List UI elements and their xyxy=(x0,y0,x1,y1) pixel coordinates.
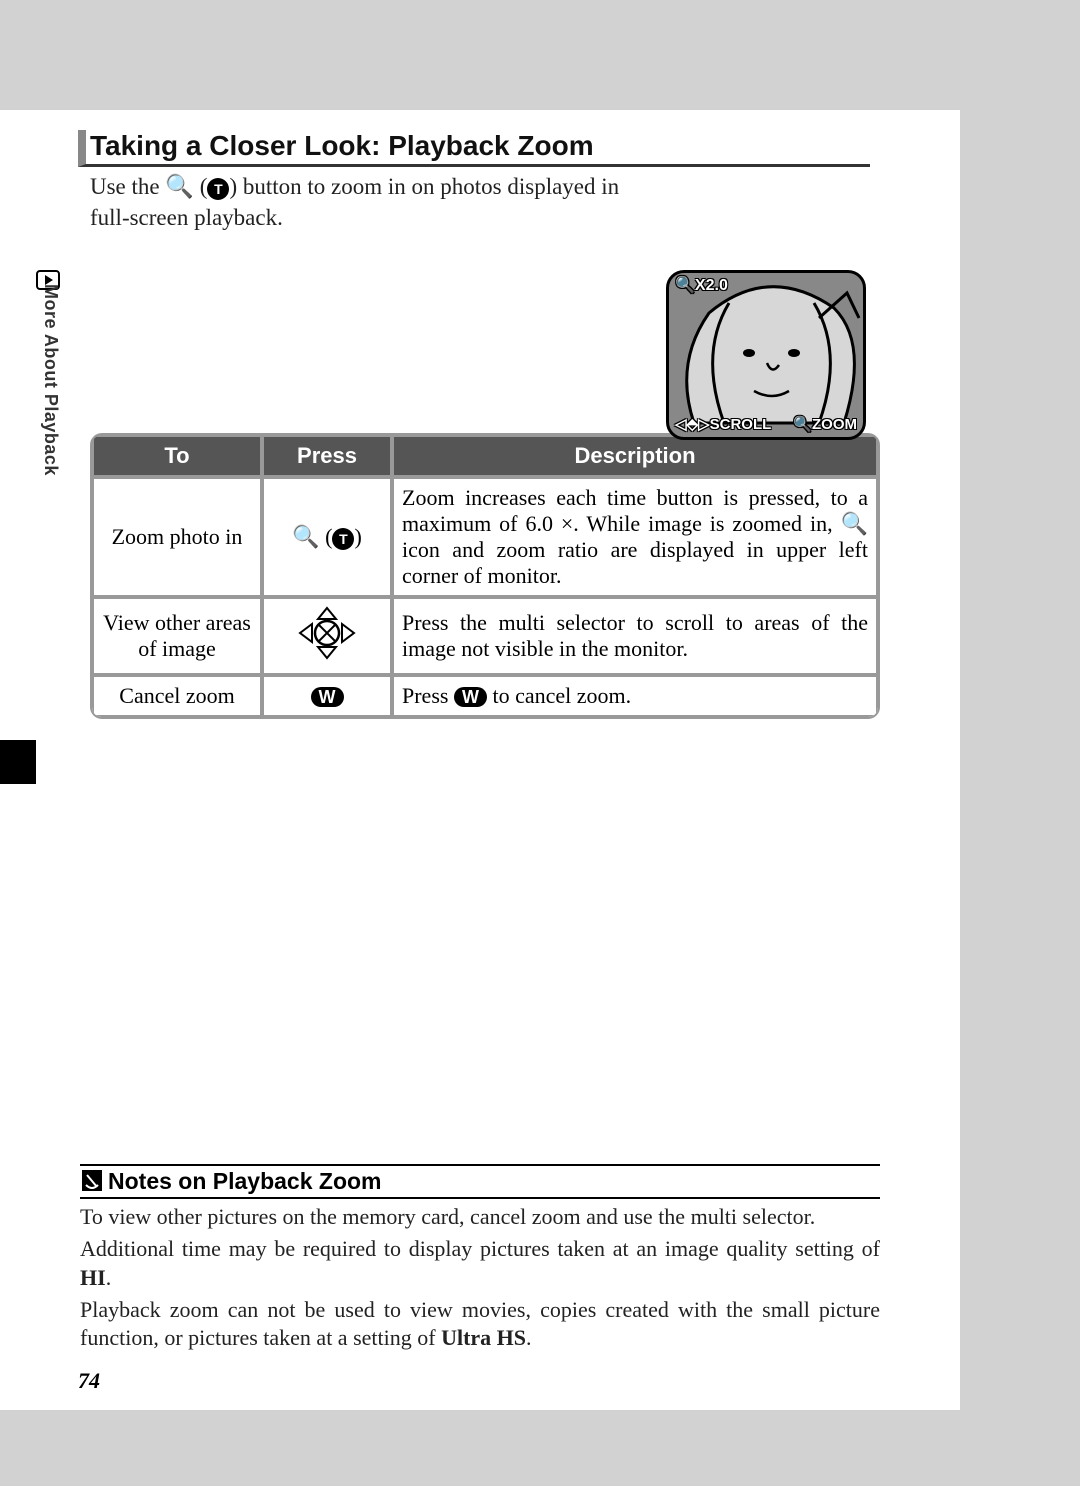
t-button-icon: T xyxy=(332,528,354,550)
row-to: Zoom photo in xyxy=(92,477,262,597)
zoom-ratio-overlay: 🔍X2.0 xyxy=(675,275,728,295)
magnify-icon: 🔍 xyxy=(165,173,194,199)
magnify-icon: 🔍 xyxy=(292,524,319,549)
row-desc: Press the multi selector to scroll to ar… xyxy=(392,597,878,675)
w-button-icon: W xyxy=(454,687,487,707)
row-to: View other areas of image xyxy=(92,597,262,675)
multi-selector-icon xyxy=(292,605,362,661)
row-press: W xyxy=(262,675,392,717)
notes-title: Notes on Playback Zoom xyxy=(80,1164,880,1199)
row-press xyxy=(262,597,392,675)
row-to: Cancel zoom xyxy=(92,675,262,717)
manual-page: More About Playback Taking a Closer Look… xyxy=(0,110,960,1410)
table-row: Cancel zoom W Press W to cancel zoom. xyxy=(92,675,878,717)
note-icon xyxy=(82,1170,102,1190)
w-button-icon: W xyxy=(311,687,344,707)
thumb-index-marker xyxy=(0,740,36,784)
section-title: Taking a Closer Look: Playback Zoom xyxy=(78,130,870,167)
note-paragraph: Playback zoom can not be used to view mo… xyxy=(80,1296,880,1352)
table-row: View other areas of image Press the mult… xyxy=(92,597,878,675)
magnify-icon: 🔍 xyxy=(675,277,695,294)
zoom-example-illustration: 🔍X2.0 ◁⬘▷SCROLL 🔍ZOOM xyxy=(666,270,866,440)
scroll-hint: ◁⬘▷SCROLL xyxy=(675,415,771,437)
col-press: Press xyxy=(262,435,392,477)
intro-paragraph: Use the 🔍 (T) button to zoom in on photo… xyxy=(90,171,650,233)
row-desc: Zoom increases each time button is press… xyxy=(392,477,878,597)
col-to: To xyxy=(92,435,262,477)
controls-table: To Press Description Zoom photo in 🔍 (T)… xyxy=(90,433,880,719)
notes-section: Notes on Playback Zoom To view other pic… xyxy=(80,1164,880,1352)
page-number: 74 xyxy=(78,1368,100,1394)
t-button-icon: T xyxy=(207,178,229,200)
row-desc: Press W to cancel zoom. xyxy=(392,675,878,717)
note-paragraph: To view other pictures on the memory car… xyxy=(80,1203,880,1231)
chapter-side-tab: More About Playback xyxy=(40,284,61,476)
row-press: 🔍 (T) xyxy=(262,477,392,597)
note-paragraph: Additional time may be required to displ… xyxy=(80,1235,880,1291)
zoom-hint: 🔍ZOOM xyxy=(793,415,857,437)
intro-text-pre: Use the xyxy=(90,174,165,199)
table-row: Zoom photo in 🔍 (T) Zoom increases each … xyxy=(92,477,878,597)
magnify-icon: 🔍 xyxy=(841,511,868,536)
